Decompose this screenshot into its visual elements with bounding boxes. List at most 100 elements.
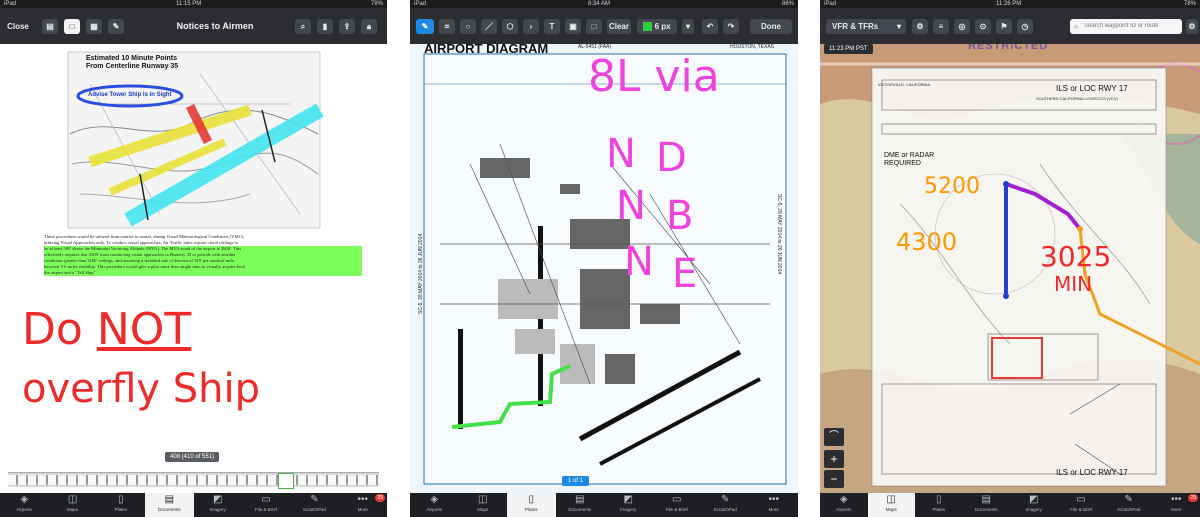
tab-label: ScratchPad	[713, 507, 737, 512]
tab-plates[interactable]: ▯ Plates	[507, 493, 556, 517]
figure-title: Estimated 10 Minute Points From Centerli…	[86, 55, 178, 71]
toolbar: Close ▤ □ ▦ ✎ Notices to Airmen ⌕ ▮ ⇪ 🔒︎	[0, 8, 387, 44]
route-icon[interactable]: ◎	[954, 19, 970, 34]
plate-icon: ▯	[935, 494, 942, 505]
map-icon: ◫	[886, 494, 896, 505]
drawing-toolbar: ✎ ⌗ ○ ／ ⬡ › T ▣ □ Clear 6 px ▾ ↶ ↷ Done	[410, 8, 798, 44]
screenshot-airport-diagram: iPad 8:34 AM 86% ✎ ⌗ ○ ／ ⬡ › T ▣ □ Clear…	[410, 0, 798, 517]
single-page-icon[interactable]: □	[64, 19, 80, 34]
pen-icon[interactable]: ✎	[108, 19, 124, 34]
tab-bar: ◈ Airports ◫ Maps ▯ Plates ▤ Documents ◩ Imagery ▭…	[820, 493, 1200, 517]
map-layer-label: VFR & TFRs	[832, 22, 879, 31]
tab-label: Plates	[932, 507, 945, 512]
tab-documents[interactable]: ▤ Documents	[556, 493, 605, 517]
lock-icon[interactable]: 🔒︎	[361, 19, 377, 34]
arrow-tool-icon[interactable]: ›	[523, 19, 539, 34]
circle-tool-icon[interactable]: ○	[460, 19, 476, 34]
tab-imagery[interactable]: ◩ Imagery	[194, 493, 242, 517]
search-field[interactable]: ⌕	[1070, 19, 1182, 34]
status-bar: iPad 11:26 PM 78%	[820, 0, 1200, 8]
scratchpad-icon: ✎	[721, 494, 730, 505]
search-input[interactable]	[1084, 20, 1178, 32]
map-view[interactable]: 11:23 PM PST RESTRICTED VICTORVILLE, CAL…	[820, 44, 1200, 493]
tab-file-brief[interactable]: ▭ File & Brief	[242, 493, 290, 517]
more-icon: •••	[768, 494, 779, 505]
screenshot-notams: iPad 11:15 PM 78% Close ▤ □ ▦ ✎ Notices …	[0, 0, 387, 517]
tab-maps[interactable]: ◫ Maps	[48, 493, 96, 517]
chevron-down-icon[interactable]: ▾	[682, 19, 694, 34]
crop-tool-icon[interactable]: ⌗	[439, 19, 455, 34]
tab-plates[interactable]: ▯ Plates	[915, 493, 963, 517]
effective-dates-right: SC-5, 28 MAY 2014 to 26 JUN 2014	[776, 194, 782, 275]
handwritten-altitude: 3025	[1040, 240, 1112, 273]
settings-icon[interactable]: ⚙	[912, 19, 928, 34]
map-layer-selector[interactable]: VFR & TFRs ▾	[826, 19, 906, 34]
chevron-down-icon: ▾	[896, 22, 901, 31]
tab-maps[interactable]: ◫ Maps	[867, 493, 915, 517]
done-button[interactable]: Done	[750, 19, 792, 34]
gear-icon[interactable]: ⚙	[1186, 19, 1198, 34]
tab-file-brief[interactable]: ▭ File & Brief	[1058, 493, 1106, 517]
tab-imagery[interactable]: ◩ Imagery	[1010, 493, 1058, 517]
tab-more[interactable]: ••• More	[750, 493, 799, 517]
grid-view-icon[interactable]: ▦	[86, 19, 102, 34]
tab-plates[interactable]: ▯ Plates	[97, 493, 145, 517]
tab-airports[interactable]: ◈ Airports	[0, 493, 48, 517]
search-icon: ⌕	[1074, 22, 1079, 31]
tab-documents[interactable]: ▤ Documents	[145, 493, 194, 517]
shape-tool-icon[interactable]: ⬡	[502, 19, 518, 34]
tab-label: Airports	[835, 507, 852, 512]
line-tool-icon[interactable]: ／	[481, 19, 497, 34]
zoom-in-icon[interactable]: +	[824, 450, 844, 468]
documents-icon: ▤	[575, 494, 585, 505]
tab-documents[interactable]: ▤ Documents	[963, 493, 1011, 517]
tab-more[interactable]: ••• More 29	[1153, 493, 1200, 517]
page-thumbnails[interactable]	[8, 475, 379, 485]
map-icon: ◫	[478, 494, 488, 505]
page-thumbnail-strip[interactable]	[8, 472, 379, 489]
note-tool-icon[interactable]: ▣	[565, 19, 581, 34]
tab-airports[interactable]: ◈ Airports	[410, 493, 459, 517]
handwritten-letter: N	[616, 183, 646, 229]
clear-button[interactable]: Clear	[607, 19, 631, 34]
handwritten-route-line-1: 8L via	[588, 51, 720, 102]
pen-size-label: 6 px	[654, 22, 671, 31]
tab-airports[interactable]: ◈ Airports	[820, 493, 868, 517]
plate-icon: ▯	[118, 494, 124, 505]
airport-icon: ◈	[430, 494, 439, 505]
redo-icon[interactable]: ↷	[723, 19, 739, 34]
waypoint-icon[interactable]: ⚑	[996, 19, 1012, 34]
layers-icon[interactable]: ≡	[933, 19, 949, 34]
tab-imagery[interactable]: ◩ Imagery	[604, 493, 653, 517]
tab-file-brief[interactable]: ▭ File & Brief	[653, 493, 702, 517]
profile-view-icon[interactable]: ⌒	[824, 428, 844, 446]
tab-scratchpad[interactable]: ✎ ScratchPad	[701, 493, 750, 517]
bookmark-icon[interactable]: ▮	[317, 19, 333, 34]
tab-label: File & Brief	[1070, 507, 1093, 512]
tab-scratchpad[interactable]: ✎ ScratchPad	[290, 493, 338, 517]
tab-more[interactable]: ••• More 29	[339, 493, 387, 517]
search-icon[interactable]: ⌕	[295, 19, 311, 34]
close-button[interactable]: Close	[6, 19, 30, 34]
timer-icon[interactable]: ◷	[1017, 19, 1033, 34]
pen-tool-icon[interactable]: ✎	[416, 19, 434, 34]
scratchpad-icon: ✎	[310, 494, 319, 505]
tab-label: Imagery	[209, 507, 226, 512]
text-tool-icon[interactable]: T	[544, 19, 560, 34]
tab-scratchpad[interactable]: ✎ ScratchPad	[1105, 493, 1153, 517]
notam-text: These procedures would be utilized from …	[44, 234, 362, 276]
zoom-out-icon[interactable]: −	[824, 470, 844, 488]
rectangle-tool-icon[interactable]: □	[586, 19, 602, 34]
tab-label: Imagery	[1025, 507, 1042, 512]
current-page-thumbnail[interactable]	[278, 473, 294, 489]
handwritten-letter: E	[672, 251, 698, 297]
target-icon[interactable]: ⊙	[975, 19, 991, 34]
color-swatch	[643, 22, 653, 32]
tab-label: File & Brief	[255, 507, 278, 512]
share-icon[interactable]: ⇪	[339, 19, 355, 34]
pen-color-size-selector[interactable]: 6 px	[637, 19, 677, 34]
book-icon[interactable]: ▤	[42, 19, 58, 34]
undo-icon[interactable]: ↶	[702, 19, 718, 34]
tab-bar: ◈ Airports ◫ Maps ▯ Plates ▤ Documents ◩ Imagery ▭…	[410, 493, 798, 517]
tab-maps[interactable]: ◫ Maps	[459, 493, 508, 517]
